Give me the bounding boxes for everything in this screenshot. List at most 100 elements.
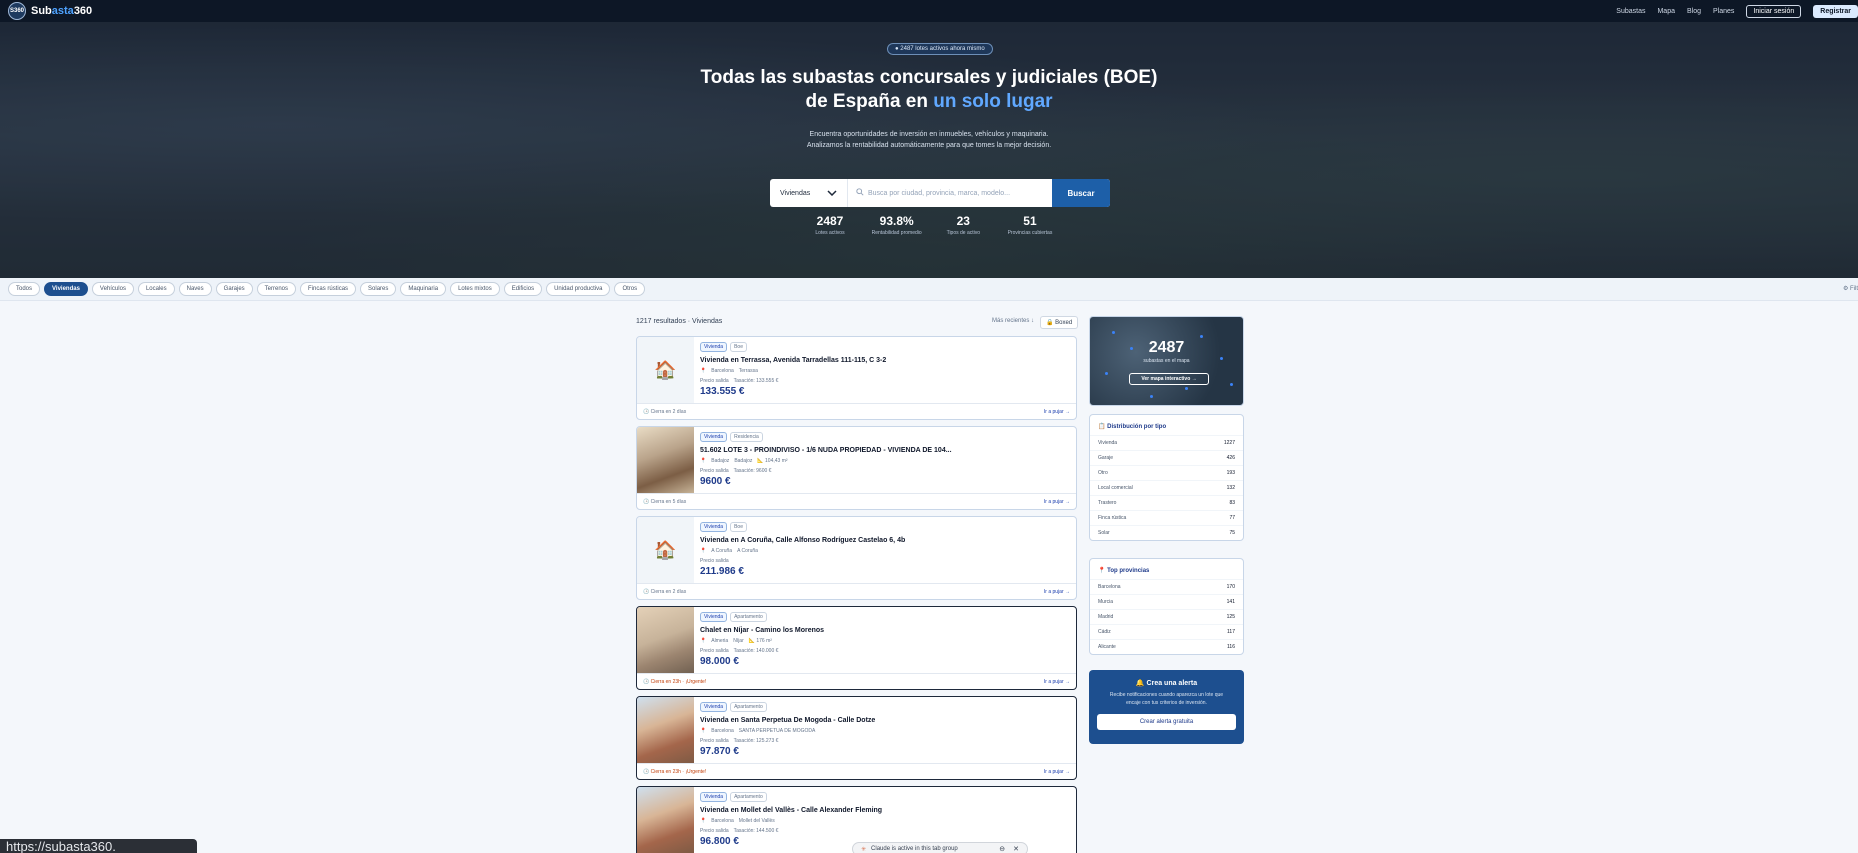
- sort-select[interactable]: Más recientes ↓: [992, 318, 1034, 324]
- filter-chip-vehiculos[interactable]: Vehículos: [91, 282, 134, 296]
- auction-card[interactable]: 🏠 Vivienda Boe Vivienda en A Coruña, Cal…: [636, 516, 1077, 600]
- filter-chip-locales[interactable]: Locales: [137, 282, 175, 296]
- row-value: 132: [1226, 485, 1235, 491]
- card-title[interactable]: Vivienda en A Coruña, Calle Alfonso Rodr…: [700, 537, 1072, 544]
- row-label: Vivienda: [1098, 440, 1118, 446]
- category-select[interactable]: Viviendas: [770, 179, 848, 207]
- stat-label: Rentabilidad promedio: [871, 230, 922, 236]
- search-button[interactable]: Buscar: [1052, 179, 1110, 207]
- card-title[interactable]: Vivienda en Santa Perpetua De Mogoda - C…: [700, 717, 1072, 724]
- filter-chip-garajes[interactable]: Garajes: [215, 282, 253, 296]
- auction-card[interactable]: Vivienda Apartamento Chalet en Níjar - C…: [636, 606, 1077, 690]
- province-row[interactable]: Murcia 141: [1090, 594, 1243, 609]
- meta-appraisal: Tasación: 140.000 €: [733, 648, 779, 654]
- card-title[interactable]: Vivienda en Terrassa, Avenida Tarradella…: [700, 357, 1072, 364]
- alert-text: Recibe notificaciones cuando aparezca un…: [1109, 692, 1224, 706]
- location-city: A Coruña: [737, 548, 758, 554]
- filter-chip-otros[interactable]: Otros: [614, 282, 646, 296]
- card-meta: Precio salida Tasación: 140.000 €: [700, 648, 1072, 654]
- filter-chip-viviendas[interactable]: Viviendas: [44, 282, 88, 296]
- search-icon: [856, 188, 864, 198]
- tag-type: Vivienda: [700, 342, 728, 352]
- filters-button[interactable]: ⚙ Filt: [1843, 285, 1858, 292]
- bid-link[interactable]: Ir a pujar →: [1044, 409, 1070, 415]
- province-row[interactable]: Alicante 116: [1090, 639, 1243, 654]
- card-meta: Precio salida: [700, 558, 1072, 564]
- bid-link[interactable]: Ir a pujar →: [1044, 769, 1070, 775]
- bid-link[interactable]: Ir a pujar →: [1044, 499, 1070, 505]
- meta-label: Precio salida: [700, 738, 729, 744]
- filter-chip-edificios[interactable]: Edificios: [503, 282, 543, 296]
- tag-source: Apartamento: [730, 792, 767, 802]
- card-meta: Precio salida Tasación: 144.500 €: [700, 828, 1072, 834]
- login-button[interactable]: Iniciar sesión: [1746, 4, 1802, 18]
- province-row[interactable]: Barcelona 170: [1090, 579, 1243, 594]
- card-title[interactable]: Chalet en Níjar - Camino los Morenos: [700, 627, 1072, 634]
- pin-icon: 📍: [700, 368, 707, 374]
- tag-type: Vivienda: [700, 522, 728, 532]
- nav-link-planes[interactable]: Planes: [1713, 8, 1734, 15]
- logo-part-1: Sub: [31, 5, 52, 17]
- row-label: Alicante: [1098, 644, 1116, 650]
- distribution-row: Trastero 83: [1090, 495, 1243, 510]
- card-footer: 🕒 Cierra en 23h · ¡Urgente! Ir a pujar →: [637, 763, 1076, 779]
- card-price: 98.000 €: [700, 656, 739, 667]
- filter-chip-terrenos[interactable]: Terrenos: [256, 282, 297, 296]
- auction-card[interactable]: 🏠 Vivienda Boe Vivienda en Terrassa, Ave…: [636, 336, 1077, 420]
- provinces-title: 📍 Top provincias: [1098, 568, 1150, 574]
- closing-time: 🕒 Cierra en 2 días: [643, 408, 687, 415]
- bid-link[interactable]: Ir a pujar →: [1044, 589, 1070, 595]
- search-bar: Viviendas Busca por ciudad, provincia, m…: [770, 179, 1110, 207]
- claude-controls: ⊖ ✕: [999, 845, 1019, 853]
- tag-source: Apartamento: [730, 612, 767, 622]
- closing-time: 🕒 Cierra en 23h · ¡Urgente!: [643, 768, 707, 775]
- active-lots-pill: ● 2487 lotes activos ahora mismo: [887, 43, 993, 55]
- close-icon[interactable]: ✕: [1013, 845, 1019, 853]
- minimize-icon[interactable]: ⊖: [999, 845, 1005, 853]
- card-body: Vivienda Apartamento Vivienda en Mollet …: [700, 792, 1072, 847]
- hero-content: ● 2487 lotes activos ahora mismo Todas l…: [0, 22, 1858, 278]
- row-label: Solar: [1098, 530, 1110, 536]
- province-row[interactable]: Madrid 125: [1090, 609, 1243, 624]
- distribution-row: Otro 193: [1090, 465, 1243, 480]
- card-location: 📍 Badajoz Badajoz 📐 104,43 m²: [700, 458, 1072, 464]
- card-title[interactable]: Vivienda en Mollet del Vallès - Calle Al…: [700, 807, 1072, 814]
- meta-label: Precio salida: [700, 378, 729, 384]
- auction-card[interactable]: Vivienda Residencia 51.602 LOTE 3 - PROI…: [636, 426, 1077, 510]
- filter-chip-maquinaria[interactable]: Maquinaria: [400, 282, 447, 296]
- logo-icon[interactable]: S360: [8, 2, 26, 20]
- card-title[interactable]: 51.602 LOTE 3 - PROINDIVISO - 1/6 NUDA P…: [700, 447, 1072, 454]
- bid-link[interactable]: Ir a pujar →: [1044, 679, 1070, 685]
- auction-card[interactable]: Vivienda Apartamento Vivienda en Santa P…: [636, 696, 1077, 780]
- location-city: Mollet del Vallès: [738, 818, 775, 824]
- location-province: Barcelona: [711, 368, 734, 374]
- stat-value: 23: [956, 214, 970, 228]
- filter-chip-lotes-mixtos[interactable]: Lotes mixtos: [450, 282, 500, 296]
- nav-link-subastas[interactable]: Subastas: [1616, 8, 1645, 15]
- filter-chip-solares[interactable]: Solares: [360, 282, 397, 296]
- search-placeholder: Busca por ciudad, provincia, marca, mode…: [868, 189, 1011, 197]
- distribution-row: Garaje 426: [1090, 450, 1243, 465]
- open-map-button[interactable]: Ver mapa interactivo →: [1129, 373, 1209, 385]
- card-location: 📍 A Coruña A Coruña: [700, 548, 1072, 554]
- filter-chip-unidad-productiva[interactable]: Unidad productiva: [546, 282, 611, 296]
- map-preview[interactable]: 2487 subastas en el mapa Ver mapa intera…: [1089, 316, 1244, 406]
- map-marker: [1105, 372, 1108, 375]
- location-province: Barcelona: [711, 728, 734, 734]
- nav-link-blog[interactable]: Blog: [1687, 8, 1701, 15]
- register-button[interactable]: Registrar: [1813, 4, 1858, 18]
- search-input[interactable]: Busca por ciudad, provincia, marca, mode…: [848, 188, 1052, 198]
- province-row[interactable]: Cádiz 117: [1090, 624, 1243, 639]
- location-province: Almeria: [711, 638, 729, 644]
- card-location: 📍 Barcelona SANTA PERPETUA DE MOGODA: [700, 728, 1072, 734]
- card-footer: 🕒 Cierra en 2 días Ir a pujar →: [637, 583, 1076, 599]
- nav-link-mapa[interactable]: Mapa: [1657, 8, 1675, 15]
- hero-title: Todas las subastas concursales y judicia…: [0, 66, 1858, 114]
- filter-chip-todos[interactable]: Todos: [8, 282, 41, 296]
- filter-chip-fincas-rusticas[interactable]: Fincas rústicas: [300, 282, 357, 296]
- filter-chip-naves[interactable]: Naves: [178, 282, 212, 296]
- view-toggle[interactable]: 🔒 Boxed: [1040, 316, 1079, 329]
- logo-text[interactable]: Subasta360: [31, 5, 92, 17]
- create-alert-button[interactable]: Crear alerta gratuita: [1097, 714, 1236, 730]
- row-value: 1227: [1223, 440, 1235, 446]
